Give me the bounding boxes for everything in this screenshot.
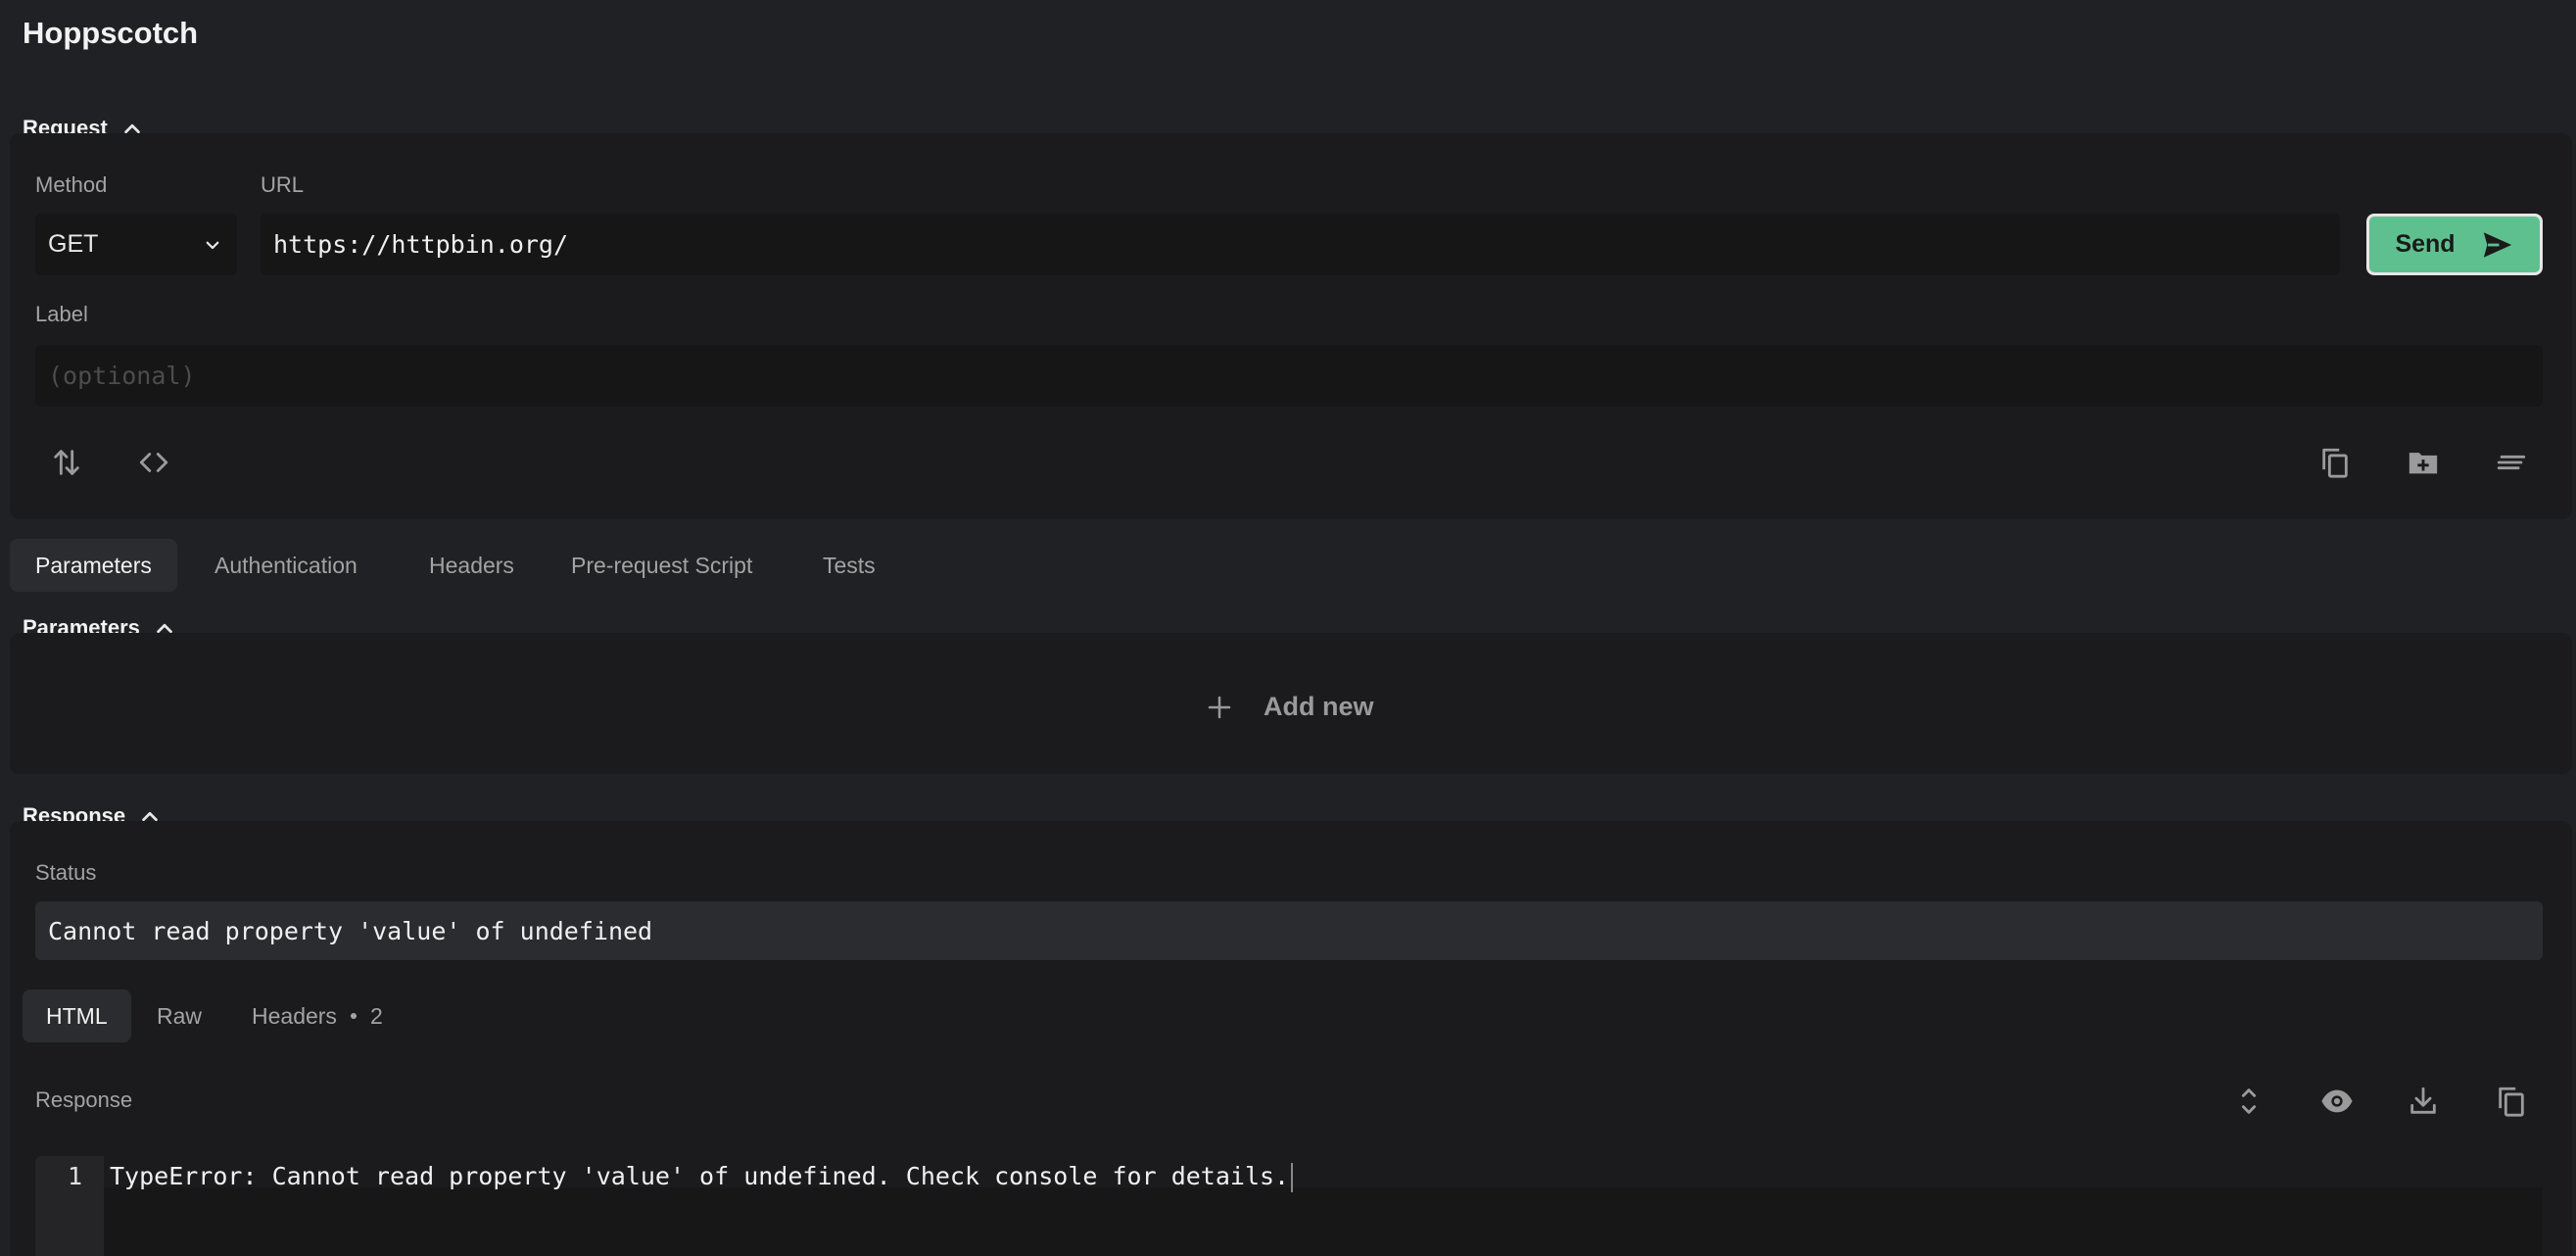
code-icon[interactable] <box>130 439 177 486</box>
tab-parameters[interactable]: Parameters <box>10 539 177 592</box>
tab-label: Headers <box>252 1002 337 1029</box>
tab-tests[interactable]: Tests <box>797 539 901 592</box>
folder-add-icon[interactable] <box>2400 439 2447 486</box>
text-cursor <box>1291 1163 1294 1192</box>
tab-label: Parameters <box>35 552 152 578</box>
status-value-box: Cannot read property 'value' of undefine… <box>35 901 2543 960</box>
label-placeholder: (optional) <box>48 362 196 390</box>
tab-pre-request-script[interactable]: Pre-request Script <box>546 539 778 592</box>
method-label: Method <box>35 172 108 197</box>
tab-label: HTML <box>46 1002 108 1029</box>
url-label: URL <box>261 172 305 197</box>
code-line-text: TypeError: Cannot read property 'value' … <box>110 1162 1290 1190</box>
url-input[interactable]: https://httpbin.org/ <box>261 214 2340 275</box>
method-value: GET <box>48 230 99 258</box>
line-number: 1 <box>67 1162 82 1190</box>
download-icon[interactable] <box>2400 1078 2447 1125</box>
chevron-down-icon <box>206 241 219 249</box>
tab-label: Tests <box>823 552 876 578</box>
tab-html[interactable]: HTML <box>23 990 131 1042</box>
app-title: Hoppscotch <box>23 16 199 50</box>
label-input[interactable]: (optional) <box>35 345 2543 407</box>
tab-label: Raw <box>157 1002 203 1029</box>
expand-collapse-icon[interactable] <box>2225 1078 2272 1125</box>
tab-authentication[interactable]: Authentication <box>189 539 383 592</box>
send-icon <box>2483 231 2511 258</box>
response-body-label: Response <box>35 1087 133 1112</box>
plus-icon <box>1208 696 1231 718</box>
code-line: TypeError: Cannot read property 'value' … <box>110 1162 1294 1192</box>
url-value: https://httpbin.org/ <box>273 230 569 259</box>
tab-raw[interactable]: Raw <box>131 990 227 1042</box>
tab-response-headers[interactable]: Headers 2 <box>226 990 408 1042</box>
method-select[interactable]: GET <box>35 214 237 275</box>
tab-headers[interactable]: Headers <box>404 539 540 592</box>
copy-icon[interactable] <box>2312 439 2359 486</box>
send-label: Send <box>2395 230 2456 258</box>
tab-label: Headers <box>429 552 514 578</box>
editor-gutter: 1 <box>35 1156 104 1256</box>
copy-response-icon[interactable] <box>2488 1078 2535 1125</box>
request-panel <box>10 133 2572 519</box>
tab-label: Pre-request Script <box>571 552 753 578</box>
swap-icon[interactable] <box>43 439 90 486</box>
eye-icon[interactable] <box>2314 1078 2361 1125</box>
label-field-label: Label <box>35 302 88 326</box>
status-value: Cannot read property 'value' of undefine… <box>48 916 653 945</box>
separator-dot <box>350 1013 357 1019</box>
format-icon[interactable] <box>2488 439 2535 486</box>
status-label: Status <box>35 860 97 885</box>
add-new-label: Add new <box>1264 692 1374 721</box>
headers-count-badge: 2 <box>369 1002 383 1029</box>
tab-label: Authentication <box>215 552 358 578</box>
response-editor[interactable]: 1 TypeError: Cannot read property 'value… <box>35 1156 2543 1256</box>
add-new-button[interactable]: Add new <box>1205 692 1374 722</box>
send-button[interactable]: Send <box>2366 214 2543 275</box>
